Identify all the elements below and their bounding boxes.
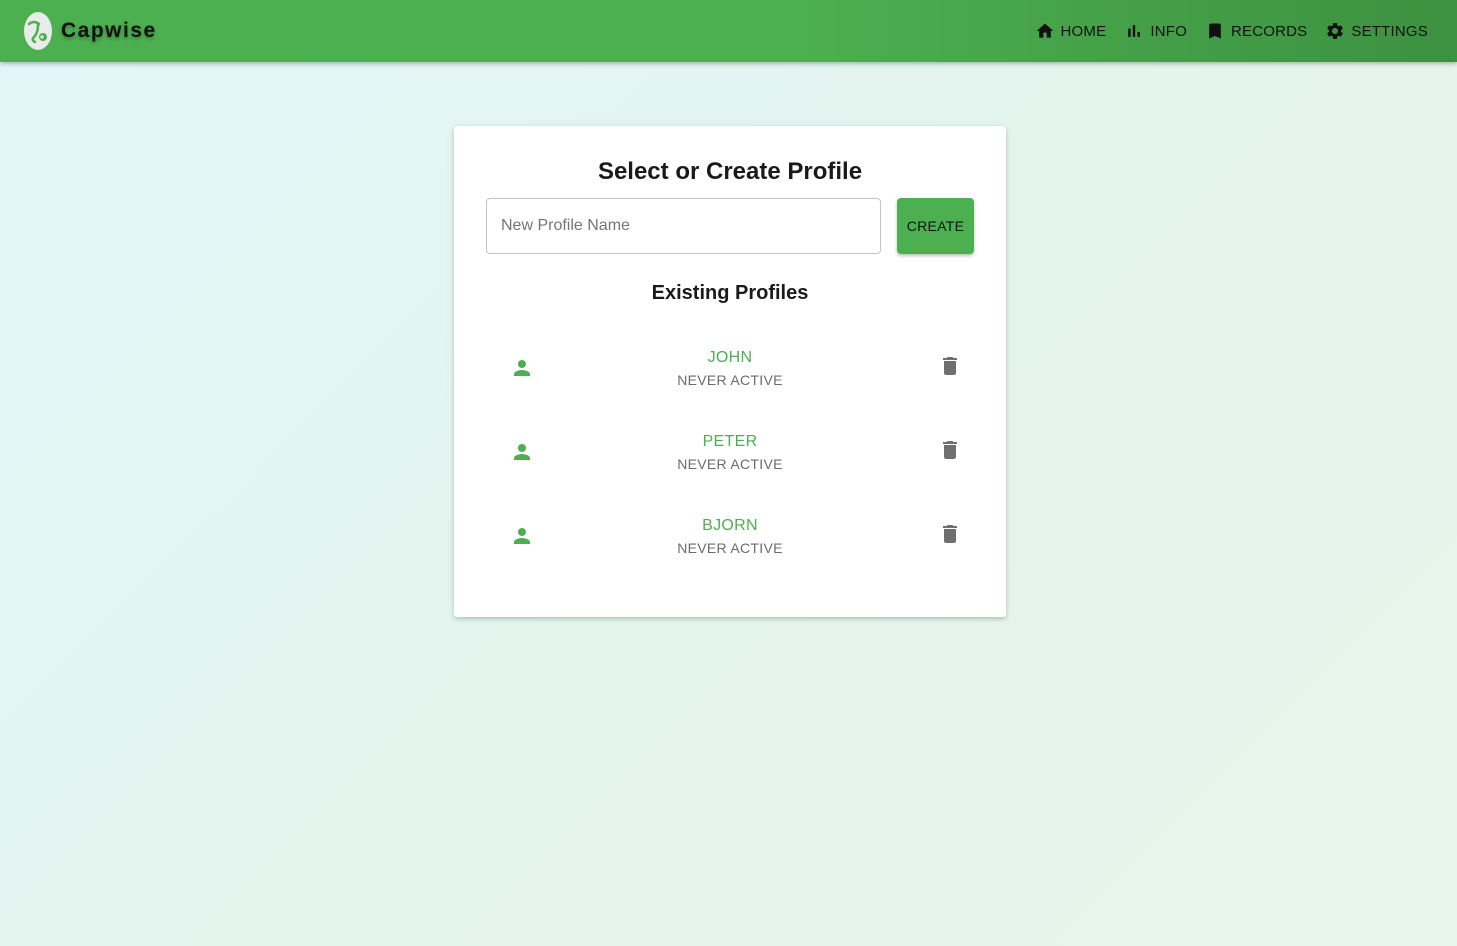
main-nav: HOME INFO RECORDS SETTINGS — [1035, 21, 1428, 41]
profile-name: PETER — [702, 433, 758, 450]
profile-item[interactable]: JOHN NEVER ACTIVE — [486, 325, 974, 409]
nav-settings-label: SETTINGS — [1351, 22, 1428, 40]
page-title: Select or Create Profile — [597, 158, 863, 185]
profile-status: NEVER ACTIVE — [677, 456, 783, 472]
delete-profile-button[interactable] — [938, 438, 962, 462]
profile-name: JOHN — [707, 349, 753, 366]
bar-chart-icon — [1128, 25, 1141, 37]
profile-item[interactable]: BJORN NEVER ACTIVE — [486, 493, 974, 577]
profile-card: Select or Create Profile CREATE Existing… — [454, 126, 1006, 617]
create-button[interactable]: CREATE — [897, 198, 974, 254]
nav-info[interactable]: INFO — [1124, 21, 1187, 41]
profile-name: BJORN — [702, 517, 758, 534]
brand[interactable]: Capwise — [23, 11, 157, 51]
trash-icon — [943, 441, 957, 459]
nav-home[interactable]: HOME — [1035, 21, 1107, 41]
nav-settings[interactable]: SETTINGS — [1325, 21, 1428, 41]
nav-records[interactable]: RECORDS — [1205, 21, 1307, 41]
new-profile-name-input[interactable] — [486, 198, 881, 254]
nav-home-label: HOME — [1060, 22, 1107, 40]
existing-profiles-heading: Existing Profiles — [651, 282, 809, 304]
bookmark-icon — [1209, 23, 1221, 39]
trash-icon — [943, 525, 957, 543]
profile-item[interactable]: PETER NEVER ACTIVE — [486, 409, 974, 493]
gear-icon — [1327, 22, 1344, 39]
app-bar: Capwise HOME INFO RECORDS SETTINGS — [0, 0, 1457, 62]
home-icon — [1036, 23, 1053, 38]
delete-profile-button[interactable] — [938, 354, 962, 378]
profile-status: NEVER ACTIVE — [677, 372, 783, 388]
nav-info-label: INFO — [1150, 22, 1187, 40]
profile-status: NEVER ACTIVE — [677, 540, 783, 556]
trash-icon — [943, 357, 957, 375]
profile-list: JOHN NEVER ACTIVE PETER NEVER ACTIVE BJO… — [486, 325, 974, 577]
nav-records-label: RECORDS — [1230, 22, 1308, 40]
app-name: Capwise — [61, 19, 157, 42]
capwise-logo-icon — [24, 12, 52, 50]
delete-profile-button[interactable] — [938, 522, 962, 546]
